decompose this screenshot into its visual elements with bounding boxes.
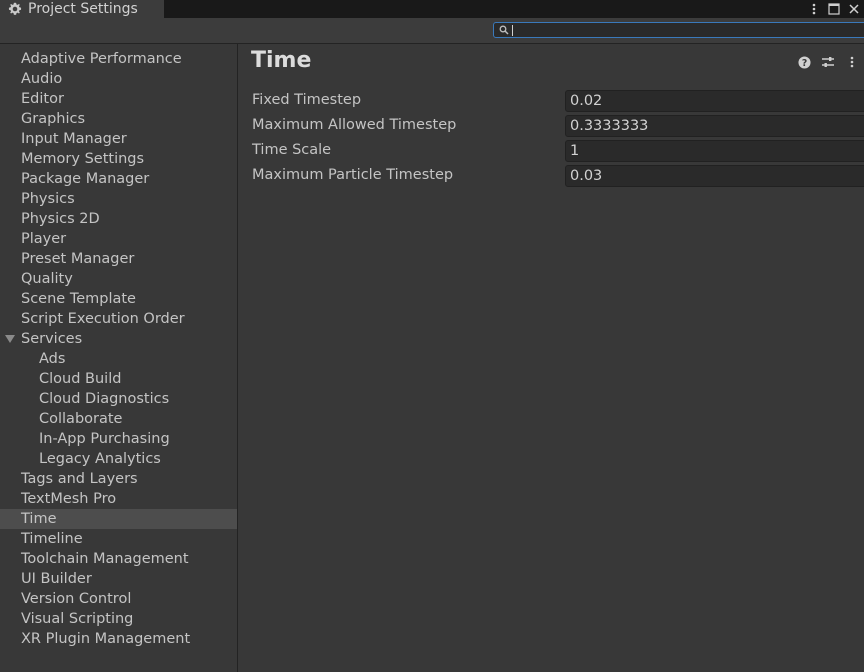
tab-title: Project Settings	[28, 1, 138, 17]
sidebar-item-label: Preset Manager	[21, 251, 135, 267]
settings-toolbar	[0, 18, 864, 44]
sidebar-item-editor[interactable]: Editor	[0, 89, 237, 109]
sidebar-item-in-app-purchasing[interactable]: In-App Purchasing	[0, 429, 237, 449]
sidebar-item-label: Physics	[21, 191, 75, 207]
sidebar-item-toolchain-management[interactable]: Toolchain Management	[0, 549, 237, 569]
sidebar-item-cloud-build[interactable]: Cloud Build	[0, 369, 237, 389]
sidebar-item-script-execution-order[interactable]: Script Execution Order	[0, 309, 237, 329]
property-label: Maximum Allowed Timestep	[252, 117, 457, 133]
sidebar-item-label: Adaptive Performance	[21, 51, 182, 67]
sidebar-item-label: XR Plugin Management	[21, 631, 191, 647]
sidebar-item-quality[interactable]: Quality	[0, 269, 237, 289]
sidebar-item-label: TextMesh Pro	[21, 491, 117, 507]
sidebar-item-graphics[interactable]: Graphics	[0, 109, 237, 129]
sidebar-item-label: Toolchain Management	[21, 551, 189, 567]
presets-icon[interactable]	[816, 53, 840, 71]
sidebar-item-package-manager[interactable]: Package Manager	[0, 169, 237, 189]
more-options-icon[interactable]	[840, 53, 864, 71]
sidebar-item-scene-template[interactable]: Scene Template	[0, 289, 237, 309]
help-icon[interactable]: ?	[792, 53, 816, 71]
sidebar-item-label: Physics 2D	[21, 211, 100, 227]
property-row-maximum-allowed-timestep: Maximum Allowed Timestep 0.3333333	[252, 115, 864, 140]
property-row-maximum-particle-timestep: Maximum Particle Timestep 0.03	[252, 165, 864, 190]
sidebar-item-collaborate[interactable]: Collaborate	[0, 409, 237, 429]
sidebar-item-label: UI Builder	[21, 571, 92, 587]
project-settings-tab[interactable]: Project Settings	[0, 0, 164, 18]
sidebar-item-label: Audio	[21, 71, 63, 87]
window-controls	[804, 0, 864, 18]
settings-category-list: Adaptive Performance Audio Editor Graphics I…	[0, 49, 237, 649]
property-row-fixed-timestep: Fixed Timestep 0.02	[252, 90, 864, 115]
expand-arrow-icon[interactable]	[5, 335, 15, 343]
sidebar-item-label: Package Manager	[21, 171, 150, 187]
sidebar-item-player[interactable]: Player	[0, 229, 237, 249]
sidebar-item-label: Collaborate	[39, 411, 123, 427]
sidebar-item-textmesh-pro[interactable]: TextMesh Pro	[0, 489, 237, 509]
text-caret	[512, 25, 513, 36]
sidebar-item-version-control[interactable]: Version Control	[0, 589, 237, 609]
sidebar-item-audio[interactable]: Audio	[0, 69, 237, 89]
page-title: Time	[251, 48, 312, 73]
sidebar-item-label: Input Manager	[21, 131, 127, 147]
settings-sidebar: Adaptive Performance Audio Editor Graphics I…	[0, 44, 238, 672]
settings-content: Time ? Fixed Timestep 0.02 Maximum Allowed…	[238, 44, 864, 672]
tab-bar: Project Settings	[0, 0, 864, 18]
sidebar-item-label: Player	[21, 231, 67, 247]
sidebar-item-label: Version Control	[21, 591, 132, 607]
property-label: Fixed Timestep	[252, 92, 362, 108]
sidebar-item-legacy-analytics[interactable]: Legacy Analytics	[0, 449, 237, 469]
sidebar-item-ads[interactable]: Ads	[0, 349, 237, 369]
property-label: Maximum Particle Timestep	[252, 167, 454, 183]
sidebar-item-label: Time	[21, 511, 57, 527]
sidebar-item-input-manager[interactable]: Input Manager	[0, 129, 237, 149]
sidebar-item-label: Scene Template	[21, 291, 136, 307]
sidebar-item-label: Quality	[21, 271, 73, 287]
sidebar-item-tags-and-layers[interactable]: Tags and Layers	[0, 469, 237, 489]
sidebar-item-services[interactable]: Services	[0, 329, 237, 349]
property-row-time-scale: Time Scale 1	[252, 140, 864, 165]
search-icon	[499, 25, 509, 35]
kebab-menu-icon[interactable]	[804, 0, 824, 18]
sidebar-item-physics-2d[interactable]: Physics 2D	[0, 209, 237, 229]
property-label: Time Scale	[252, 142, 332, 158]
sidebar-item-visual-scripting[interactable]: Visual Scripting	[0, 609, 237, 629]
sidebar-item-label: Timeline	[21, 531, 83, 547]
sidebar-item-xr-plugin-management[interactable]: XR Plugin Management	[0, 629, 237, 649]
sidebar-item-label: Editor	[21, 91, 64, 107]
maximum-particle-timestep-field[interactable]: 0.03	[565, 165, 864, 187]
sidebar-item-label: Visual Scripting	[21, 611, 134, 627]
sidebar-item-ui-builder[interactable]: UI Builder	[0, 569, 237, 589]
sidebar-item-timeline[interactable]: Timeline	[0, 529, 237, 549]
gear-icon	[8, 2, 22, 15]
maximum-allowed-timestep-field[interactable]: 0.3333333	[565, 115, 864, 137]
fixed-timestep-field[interactable]: 0.02	[565, 90, 864, 112]
maximize-icon[interactable]	[824, 0, 844, 18]
sidebar-item-time[interactable]: Time	[0, 509, 237, 529]
sidebar-item-adaptive-performance[interactable]: Adaptive Performance	[0, 49, 237, 69]
sidebar-item-label: Script Execution Order	[21, 311, 185, 327]
sidebar-item-label: Cloud Build	[39, 371, 122, 387]
sidebar-item-label: Cloud Diagnostics	[39, 391, 170, 407]
sidebar-item-preset-manager[interactable]: Preset Manager	[0, 249, 237, 269]
sidebar-item-label: Tags and Layers	[21, 471, 138, 487]
sidebar-item-label: Services	[21, 331, 83, 347]
sidebar-item-label: Legacy Analytics	[39, 451, 161, 467]
header-actions: ?	[792, 53, 864, 71]
sidebar-item-cloud-diagnostics[interactable]: Cloud Diagnostics	[0, 389, 237, 409]
close-icon[interactable]	[844, 0, 864, 18]
search-input[interactable]	[493, 22, 864, 38]
sidebar-item-label: Memory Settings	[21, 151, 145, 167]
time-scale-field[interactable]: 1	[565, 140, 864, 162]
sidebar-item-memory-settings[interactable]: Memory Settings	[0, 149, 237, 169]
sidebar-item-physics[interactable]: Physics	[0, 189, 237, 209]
time-properties: Fixed Timestep 0.02 Maximum Allowed Timest…	[252, 90, 864, 190]
sidebar-item-label: In-App Purchasing	[39, 431, 170, 447]
sidebar-item-label: Ads	[39, 351, 66, 367]
svg-text:?: ?	[801, 57, 806, 68]
sidebar-item-label: Graphics	[21, 111, 86, 127]
